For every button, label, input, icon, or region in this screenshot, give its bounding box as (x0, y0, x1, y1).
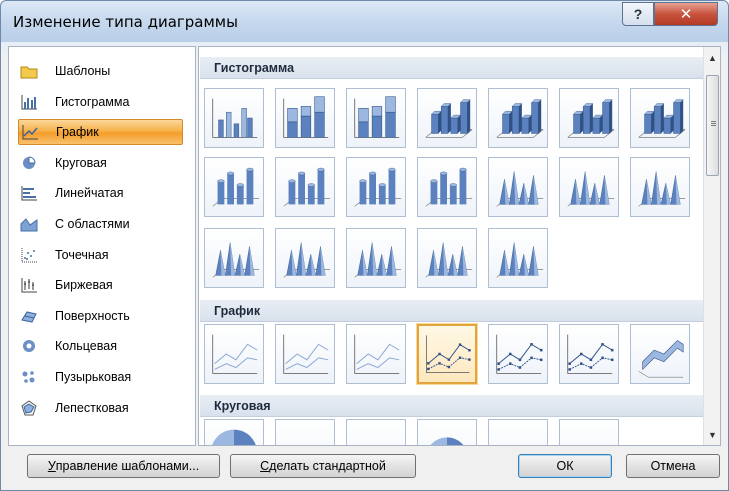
category-label: График (56, 125, 99, 140)
column-chart-thumb[interactable] (204, 157, 264, 217)
category-stock-chart[interactable]: Биржевая (18, 272, 183, 298)
column-chart-thumb[interactable] (488, 157, 548, 217)
column-chart-thumb[interactable] (275, 88, 335, 148)
dialog-title: Изменение типа диаграммы (13, 13, 238, 31)
bar-chart-icon (20, 185, 38, 201)
folder-icon (20, 63, 38, 79)
line-chart-icon (21, 124, 39, 140)
category-bubble-chart[interactable]: Пузырьковая (18, 364, 183, 390)
close-icon: ✕ (679, 6, 693, 23)
gallery-scrollbar[interactable]: ▲ ▼ (703, 47, 720, 445)
category-area-chart[interactable]: С областями (18, 211, 183, 237)
pie-chart-thumb[interactable] (417, 419, 477, 445)
line-chart-thumb[interactable] (346, 324, 406, 384)
line-chart-thumb[interactable] (417, 324, 477, 384)
help-button[interactable]: ? (622, 2, 654, 26)
category-label: Линейчатая (55, 186, 124, 201)
column-chart-thumb[interactable] (488, 88, 548, 148)
column-chart-thumb[interactable] (559, 157, 619, 217)
column-chart-thumb[interactable] (417, 88, 477, 148)
bubble-chart-icon (20, 369, 38, 385)
column-chart-thumb[interactable] (346, 228, 406, 288)
category-label: Шаблоны (55, 64, 111, 78)
category-label: Гистограмма (55, 94, 130, 109)
column-chart-thumb[interactable] (630, 88, 690, 148)
section-header-column: Гистограмма (200, 57, 703, 79)
column-chart-thumb[interactable] (630, 157, 690, 217)
ok-button[interactable]: ОК (518, 454, 612, 478)
column-chart-thumb[interactable] (275, 157, 335, 217)
doughnut-chart-icon (20, 338, 38, 354)
category-label: Кольцевая (55, 339, 117, 354)
category-folder[interactable]: Шаблоны (18, 58, 183, 84)
column-chart-thumb[interactable] (346, 88, 406, 148)
category-label: Поверхность (55, 308, 130, 323)
cancel-button[interactable]: Отмена (626, 454, 720, 478)
category-bar-chart[interactable]: Линейчатая (18, 180, 183, 206)
column-chart-thumb[interactable] (559, 88, 619, 148)
stock-chart-icon (20, 277, 38, 293)
section-header-line: График (200, 300, 703, 322)
line-chart-thumb[interactable] (630, 324, 690, 384)
scatter-chart-icon (20, 247, 38, 263)
chart-gallery: Гистограмма График Круговая (198, 46, 721, 446)
line-chart-thumb[interactable] (204, 324, 264, 384)
line-chart-thumb[interactable] (559, 324, 619, 384)
set-as-default-button[interactable]: Сделать стандартной (230, 454, 416, 478)
category-pie-chart[interactable]: Круговая (18, 150, 183, 176)
radar-chart-icon (20, 399, 38, 416)
category-label: Круговая (55, 155, 107, 170)
category-surface-chart[interactable]: Поверхность (18, 303, 183, 329)
pie-chart-thumb[interactable] (204, 419, 264, 445)
category-label: Пузырьковая (55, 370, 132, 384)
category-label: Лепестковая (55, 400, 129, 415)
category-label: С областями (55, 217, 130, 231)
column-chart-thumb[interactable] (204, 228, 264, 288)
column-chart-thumb[interactable] (275, 228, 335, 288)
category-column-chart[interactable]: Гистограмма (18, 89, 183, 115)
manage-templates-button[interactable]: Управление шаблонами... (27, 454, 220, 478)
scroll-up-icon[interactable]: ▲ (704, 49, 721, 66)
column-chart-thumb[interactable] (417, 228, 477, 288)
column-chart-icon (20, 94, 38, 110)
category-doughnut-chart[interactable]: Кольцевая (18, 333, 183, 359)
pie-chart-thumb[interactable] (559, 419, 619, 445)
category-scatter-chart[interactable]: Точечная (18, 242, 183, 268)
scrollbar-thumb[interactable] (706, 75, 719, 176)
column-chart-thumb[interactable] (204, 88, 264, 148)
area-chart-icon (20, 216, 38, 232)
pie-chart-thumb[interactable] (488, 419, 548, 445)
section-header-pie: Круговая (200, 395, 703, 417)
column-chart-thumb[interactable] (417, 157, 477, 217)
column-chart-thumb[interactable] (346, 157, 406, 217)
close-button[interactable]: ✕ (654, 2, 718, 26)
pie-chart-icon (20, 155, 38, 171)
help-icon: ? (633, 6, 643, 22)
scroll-down-icon[interactable]: ▼ (704, 426, 721, 443)
pie-chart-thumb[interactable] (346, 419, 406, 445)
column-chart-thumb[interactable] (488, 228, 548, 288)
line-chart-thumb[interactable] (275, 324, 335, 384)
category-radar-chart[interactable]: Лепестковая (18, 395, 183, 421)
category-line-chart[interactable]: График (18, 119, 183, 146)
title-bar: Изменение типа диаграммы ? ✕ (1, 1, 728, 42)
category-label: Точечная (55, 247, 109, 262)
surface-chart-icon (20, 308, 38, 324)
line-chart-thumb[interactable] (488, 324, 548, 384)
pie-chart-thumb[interactable] (275, 419, 335, 445)
category-label: Биржевая (55, 278, 113, 293)
